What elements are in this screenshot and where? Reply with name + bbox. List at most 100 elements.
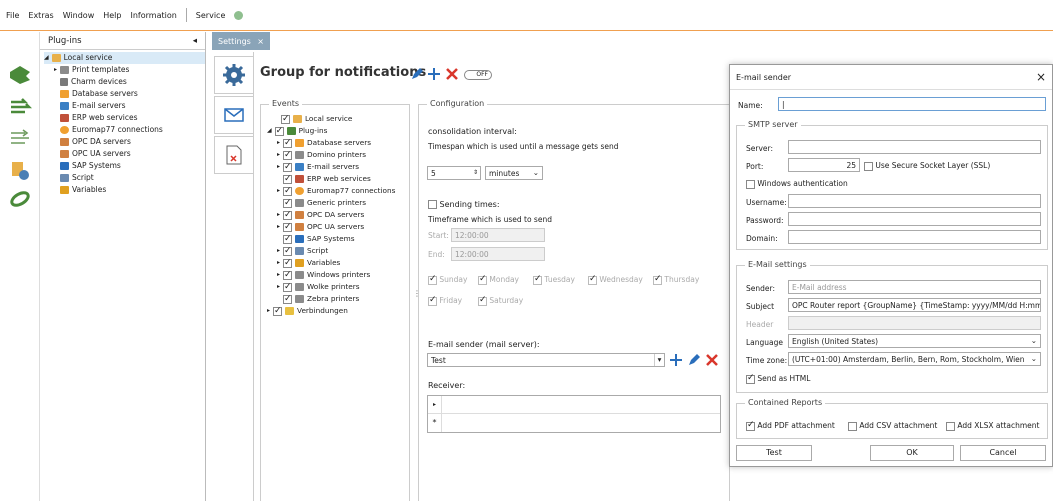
tree-item-opc-ua[interactable]: OPC UA servers xyxy=(44,148,205,160)
csv-checkbox[interactable] xyxy=(848,421,857,431)
sending-times-checkbox[interactable] xyxy=(428,200,437,209)
event-item[interactable]: ▸E-mail servers xyxy=(267,161,409,173)
tree-item-euromap77[interactable]: Euromap77 connections xyxy=(44,124,205,136)
menu-window[interactable]: Window xyxy=(63,11,95,20)
edit-sender-icon[interactable] xyxy=(688,354,700,366)
xlsx-checkbox[interactable] xyxy=(946,421,955,431)
event-checkbox[interactable] xyxy=(283,269,293,281)
csv-attachment-option[interactable]: Add CSV attachment xyxy=(848,421,937,431)
event-checkbox[interactable] xyxy=(283,197,292,209)
menu-file[interactable]: File xyxy=(6,11,19,20)
event-item[interactable]: ▸Windows printers xyxy=(267,269,409,281)
day-checkbox[interactable] xyxy=(588,274,597,285)
header-input[interactable] xyxy=(788,316,1041,330)
receiver-row[interactable] xyxy=(442,396,720,414)
event-checkbox[interactable] xyxy=(283,257,293,269)
event-checkbox[interactable] xyxy=(283,161,293,173)
day-checkbox[interactable] xyxy=(478,295,487,306)
event-checkbox[interactable] xyxy=(283,281,293,293)
username-input[interactable] xyxy=(788,194,1041,208)
ssl-checkbox[interactable] xyxy=(864,161,873,171)
tree-item-database-servers[interactable]: Database servers xyxy=(44,88,205,100)
event-checkbox[interactable] xyxy=(283,245,293,257)
event-item[interactable]: ▸Wolke printers xyxy=(267,281,409,293)
event-item[interactable]: ▸Script xyxy=(267,245,409,257)
tree-item-opc-da[interactable]: OPC DA servers xyxy=(44,136,205,148)
day-monday[interactable]: Monday xyxy=(478,274,519,285)
event-checkbox[interactable] xyxy=(283,185,293,197)
password-input[interactable] xyxy=(788,212,1041,226)
name-input[interactable]: | xyxy=(778,97,1046,111)
active-toggle[interactable]: OFF xyxy=(464,70,492,80)
event-checkbox[interactable] xyxy=(283,233,292,245)
interval-input[interactable]: 5 ⇕ xyxy=(427,166,481,180)
start-time-input[interactable]: 12:00:00 xyxy=(451,228,545,242)
dialog-close-icon[interactable]: × xyxy=(1036,70,1046,84)
domain-input[interactable] xyxy=(788,230,1041,244)
ssl-option[interactable]: Use Secure Socket Layer (SSL) xyxy=(864,161,990,171)
event-checkbox[interactable] xyxy=(274,125,284,137)
menu-help[interactable]: Help xyxy=(103,11,121,20)
cancel-button[interactable]: Cancel xyxy=(960,445,1046,461)
pdf-checkbox[interactable] xyxy=(746,420,755,431)
delete-icon[interactable] xyxy=(446,68,458,80)
day-checkbox[interactable] xyxy=(428,295,437,306)
language-select[interactable]: English (United States) ⌄ xyxy=(788,334,1041,348)
edit-icon[interactable] xyxy=(411,68,423,80)
event-checkbox[interactable] xyxy=(283,173,292,185)
add-sender-icon[interactable] xyxy=(670,354,682,366)
vtab-mail[interactable] xyxy=(214,96,253,134)
tree-item-local-service[interactable]: ◢ Local service xyxy=(44,52,205,64)
event-item[interactable]: Generic printers xyxy=(267,197,409,209)
ok-button[interactable]: OK xyxy=(870,445,954,461)
event-item[interactable]: ▸Domino printers xyxy=(267,149,409,161)
subject-input[interactable]: OPC Router report {GroupName} {TimeStamp… xyxy=(788,298,1041,312)
event-item[interactable]: ◢Plug-ins xyxy=(267,125,409,137)
day-tuesday[interactable]: Tuesday xyxy=(533,274,575,285)
new-receiver-row[interactable] xyxy=(442,414,720,432)
send-html-checkbox[interactable] xyxy=(746,373,755,384)
test-button[interactable]: Test xyxy=(736,445,812,461)
tree-item-variables[interactable]: Variables xyxy=(44,184,205,196)
spinner-icon[interactable]: ⇕ xyxy=(473,167,478,178)
interval-unit-select[interactable]: minutes ⌄ xyxy=(485,166,543,180)
event-checkbox[interactable] xyxy=(283,137,293,149)
day-friday[interactable]: Friday xyxy=(428,295,462,306)
tree-item-script[interactable]: Script xyxy=(44,172,205,184)
settings-file-icon[interactable] xyxy=(8,160,32,182)
day-checkbox[interactable] xyxy=(428,274,437,285)
day-checkbox[interactable] xyxy=(653,274,662,285)
plugins-icon[interactable] xyxy=(8,64,32,86)
day-saturday[interactable]: Saturday xyxy=(478,295,523,306)
day-sunday[interactable]: Sunday xyxy=(428,274,467,285)
collapse-icon[interactable]: ◂ xyxy=(193,36,197,46)
event-item[interactable]: ▸Verbindungen xyxy=(267,305,409,317)
tree-item-sap[interactable]: SAP Systems xyxy=(44,160,205,172)
event-item[interactable]: Local service xyxy=(267,113,409,125)
sending-times-row[interactable]: Sending times: xyxy=(428,200,500,209)
event-checkbox[interactable] xyxy=(273,305,283,317)
tab-close-icon[interactable]: × xyxy=(257,37,264,46)
event-item[interactable]: ▸Database servers xyxy=(267,137,409,149)
tree-item-email-servers[interactable]: E-mail servers xyxy=(44,100,205,112)
event-checkbox[interactable] xyxy=(281,113,290,125)
tree-item-print-templates[interactable]: ▸ Print templates xyxy=(44,64,205,76)
xlsx-attachment-option[interactable]: Add XLSX attachment xyxy=(946,421,1039,431)
event-item[interactable]: ▸OPC UA servers xyxy=(267,221,409,233)
event-checkbox[interactable] xyxy=(283,221,293,233)
windows-auth-checkbox[interactable] xyxy=(746,179,755,189)
timezone-select[interactable]: (UTC+01:00) Amsterdam, Berlin, Bern, Rom… xyxy=(788,352,1041,366)
menu-extras[interactable]: Extras xyxy=(28,11,53,20)
pdf-attachment-option[interactable]: Add PDF attachment xyxy=(746,420,835,431)
event-checkbox[interactable] xyxy=(283,293,292,305)
event-item[interactable]: ▸OPC DA servers xyxy=(267,209,409,221)
event-item[interactable]: ▸Variables xyxy=(267,257,409,269)
event-item[interactable]: Zebra printers xyxy=(267,293,409,305)
send-html-option[interactable]: Send as HTML xyxy=(746,373,810,384)
vtab-settings[interactable] xyxy=(214,56,253,94)
day-checkbox[interactable] xyxy=(478,274,487,285)
menu-information[interactable]: Information xyxy=(130,11,176,20)
tab-settings[interactable]: Settings × xyxy=(212,32,270,50)
tree-item-charm-devices[interactable]: Charm devices xyxy=(44,76,205,88)
server-input[interactable] xyxy=(788,140,1041,154)
